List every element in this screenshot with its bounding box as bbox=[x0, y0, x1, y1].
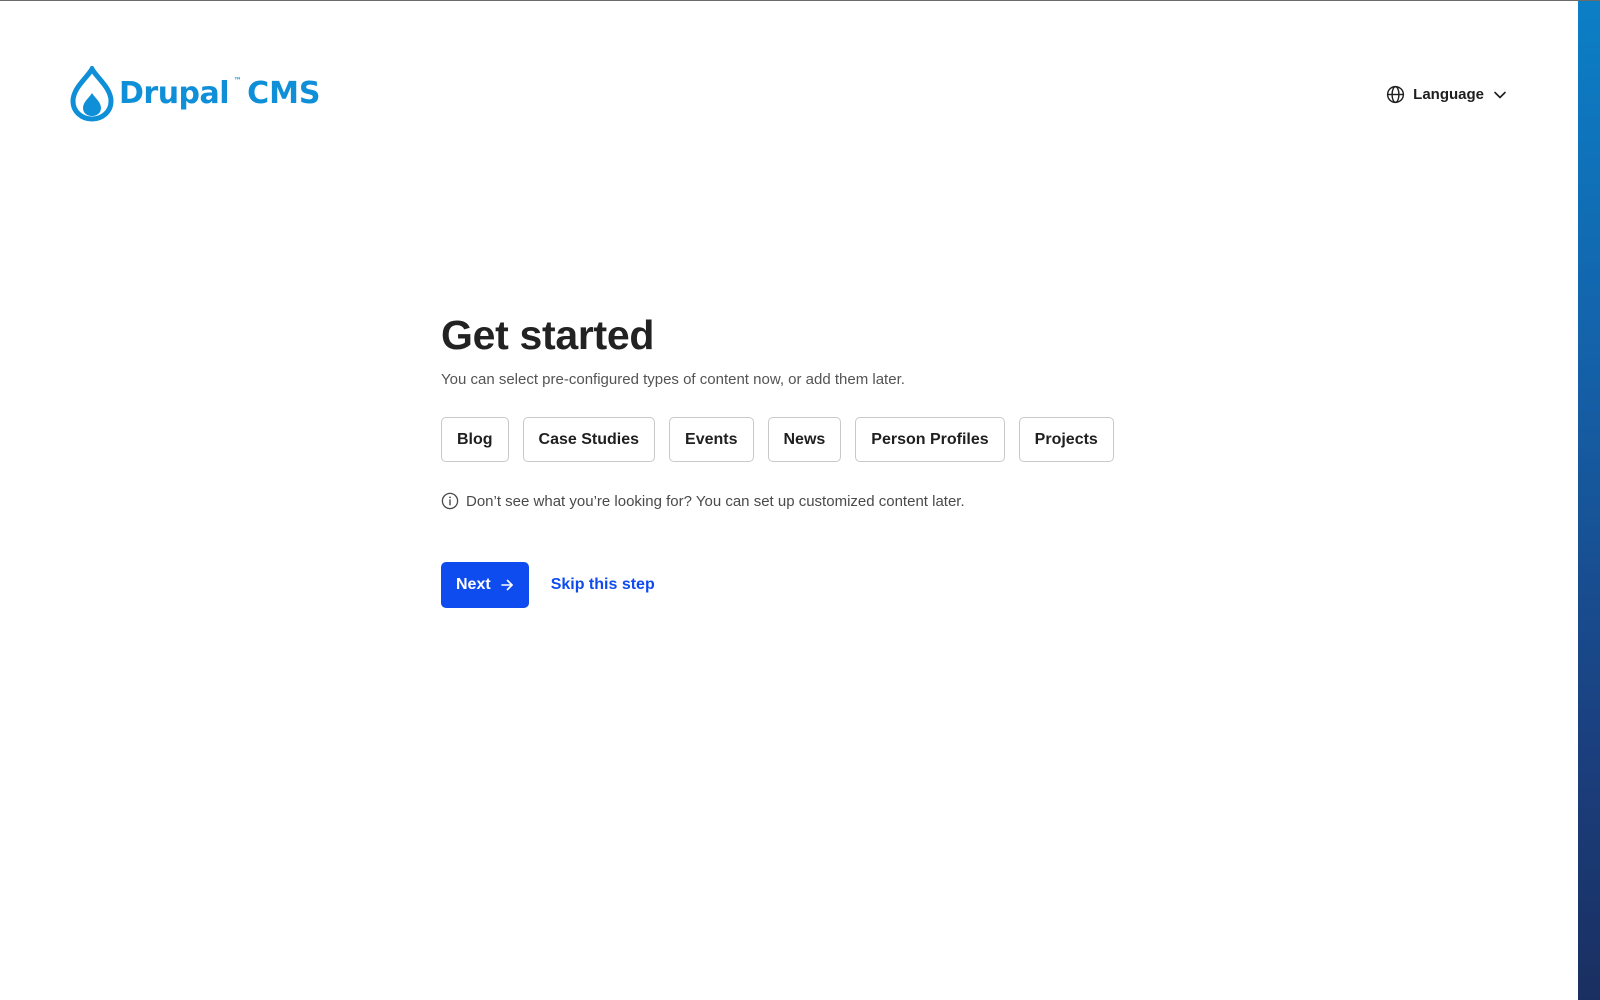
page-subtitle: You can select pre-configured types of c… bbox=[441, 371, 905, 388]
chevron-down-icon bbox=[1494, 91, 1506, 98]
globe-icon bbox=[1387, 85, 1405, 104]
next-button-label: Next bbox=[456, 576, 491, 593]
content-type-events[interactable]: Events bbox=[669, 417, 754, 462]
installer-page: Drupal ™ CMS Language Get started You can… bbox=[0, 0, 1600, 1000]
content-type-news[interactable]: News bbox=[767, 417, 842, 462]
skip-step-link[interactable]: Skip this step bbox=[551, 576, 655, 594]
info-icon bbox=[441, 492, 459, 510]
drupal-cms-logo: Drupal ™ CMS bbox=[69, 66, 321, 122]
content-type-blog[interactable]: Blog bbox=[441, 417, 509, 462]
content-type-case-studies[interactable]: Case Studies bbox=[522, 417, 656, 462]
content-type-person-profiles[interactable]: Person Profiles bbox=[855, 417, 1005, 462]
content-type-options: Blog Case Studies Events News Person Pro… bbox=[441, 417, 1161, 462]
info-note-text: Don’t see what you’re looking for? You c… bbox=[466, 492, 965, 510]
content-type-projects[interactable]: Projects bbox=[1018, 417, 1114, 462]
info-note: Don’t see what you’re looking for? You c… bbox=[441, 492, 1161, 510]
get-started-panel: Get started You can select pre-configure… bbox=[441, 311, 1161, 608]
decorative-side-stripe bbox=[1578, 1, 1600, 1000]
page-title: Get started bbox=[441, 312, 655, 358]
arrow-right-icon bbox=[500, 579, 513, 591]
language-selector[interactable]: Language bbox=[1386, 85, 1508, 104]
trademark-symbol: ™ bbox=[233, 76, 242, 85]
step-actions: Next Skip this step bbox=[441, 562, 1161, 608]
language-label: Language bbox=[1413, 86, 1484, 103]
drupal-drop-icon bbox=[70, 66, 114, 122]
logo-wordmark: Drupal ™ bbox=[119, 76, 242, 111]
next-button[interactable]: Next bbox=[441, 562, 529, 608]
logo-product-name: CMS bbox=[247, 76, 321, 111]
